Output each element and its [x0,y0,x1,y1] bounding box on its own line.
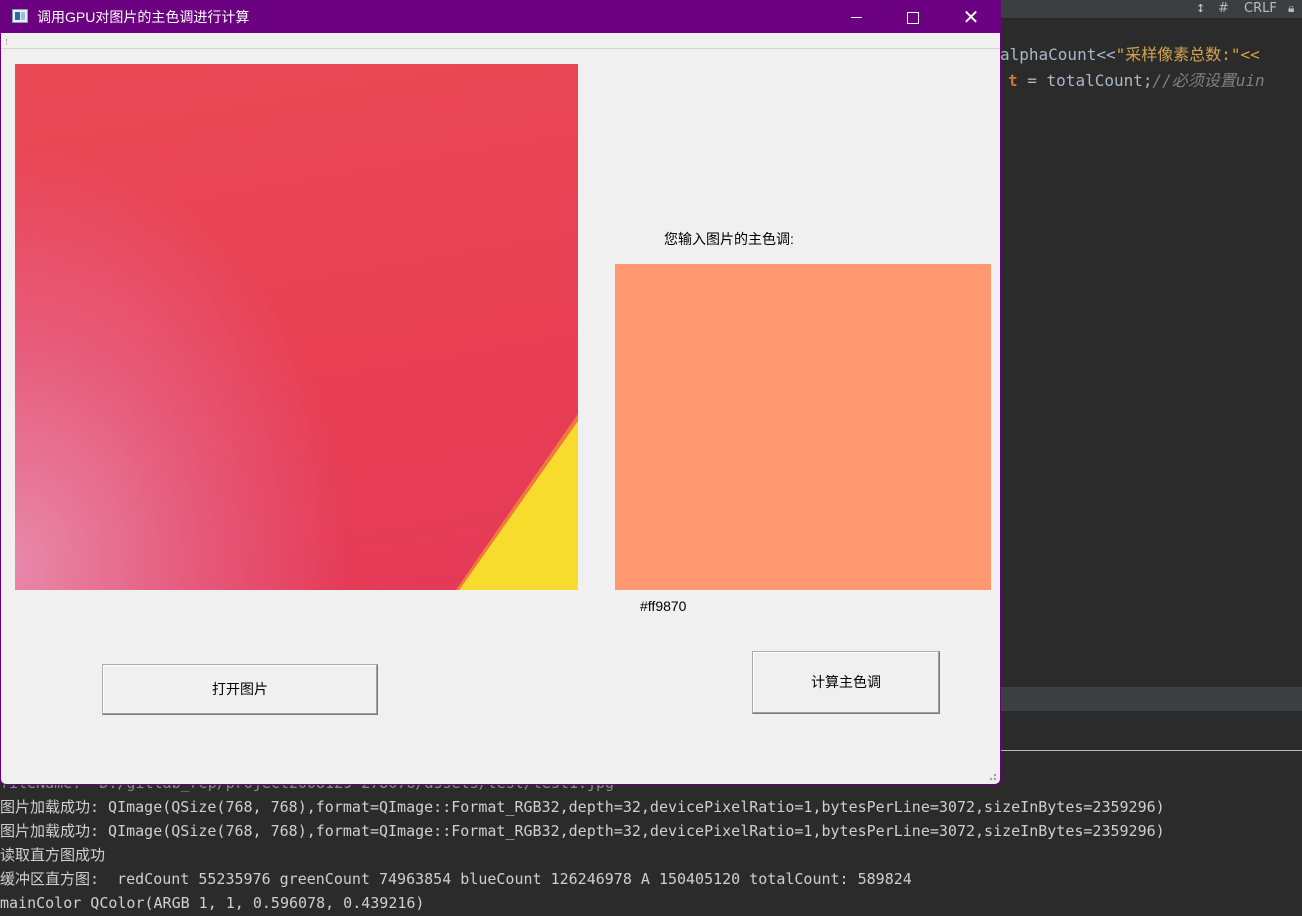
code-keyword: t [1008,71,1018,90]
code-line: alphaCount<<"采样像素总数:"<< [1000,43,1260,67]
window-title: 调用GPU对图片的主色调进行计算 [37,9,250,25]
code-editor[interactable]: alphaCount<<"采样像素总数:"<< t = totalCount;/… [1000,19,1302,687]
dominant-color-label: 您输入图片的主色调: [664,231,794,247]
app-icon [12,9,28,23]
code-comment: //必须设置uin [1152,71,1265,90]
menu-bar[interactable] [1,35,1000,49]
title-bar[interactable]: 调用GPU对图片的主色调进行计算 ✕ [1,1,1000,33]
code-statement: = totalCount; [1017,71,1153,90]
code-identifier: alphaCount<< [1000,45,1116,64]
console-line: 缓冲区直方图: redCount 55235976 greenCount 749… [0,870,912,888]
open-image-button[interactable]: 打开图片 [102,664,378,715]
app-window: 调用GPU对图片的主色调进行计算 ✕ 您输入图片的主色调: #ff9870 打开… [0,0,1001,785]
console-line: 图片加载成功: QImage(QSize(768, 768),format=QI… [0,822,1165,840]
image-yellow-region [456,419,578,590]
minimize-icon [850,17,862,18]
compute-color-button[interactable]: 计算主色调 [752,651,940,714]
console-line: mainColor QColor(ARGB 1, 1, 0.596078, 0.… [0,894,425,912]
ide-panel-divider[interactable] [1000,687,1302,711]
maximize-button[interactable] [884,1,942,33]
console-line: 图片加载成功: QImage(QSize(768, 768),format=QI… [0,798,1165,816]
console-output[interactable]: fileName: D:/gitlab_rep/project2008129-2… [0,771,1302,916]
code-line: t = totalCount;//必须设置uin [1008,69,1265,93]
close-button[interactable]: ✕ [942,1,1000,33]
scroll-arrows-icon[interactable]: ↕ [1196,0,1205,17]
resize-grip-icon[interactable] [987,771,997,781]
menu-grip-icon [6,39,9,45]
close-icon: ✕ [962,5,980,29]
dominant-color-hex: #ff9870 [640,598,687,614]
ide-status-bar: ↕ # CRLF 🔒︎ [1000,0,1302,19]
code-string: "采样像素总数:"<< [1115,45,1260,64]
minimize-button[interactable] [827,1,885,33]
line-ending-indicator[interactable]: CRLF [1244,0,1277,17]
input-image-preview [15,64,578,590]
console-line: 读取直方图成功 [0,846,106,864]
ide-hash-indicator: # [1218,1,1229,16]
dominant-color-swatch [615,264,991,590]
image-orange-edge [455,413,578,590]
lock-icon[interactable]: 🔒︎ [1288,0,1294,17]
maximize-icon [907,11,919,24]
ide-separator [1000,750,1302,751]
